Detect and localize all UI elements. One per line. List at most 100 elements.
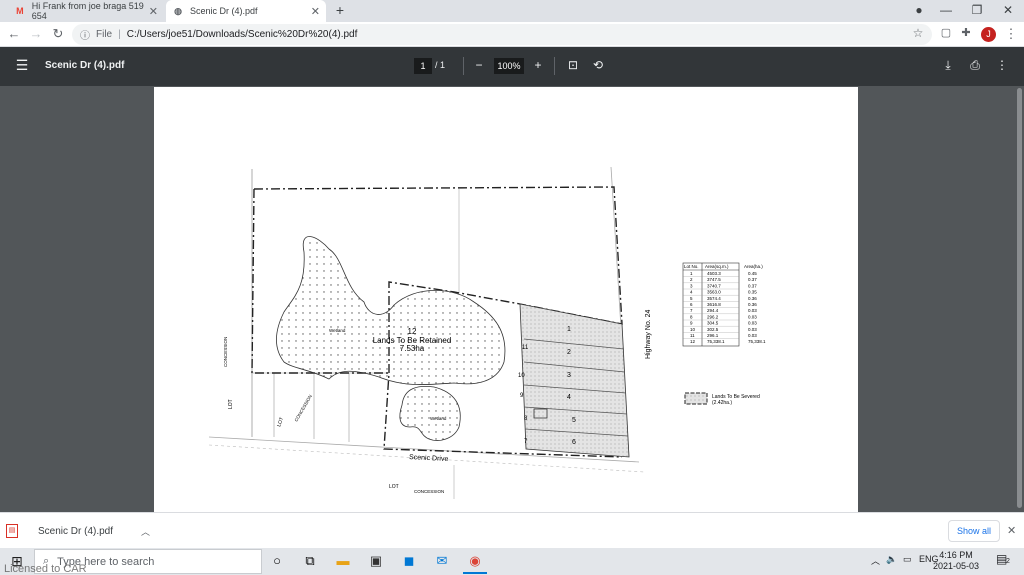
fit-page-icon[interactable]: ⊡ (565, 58, 581, 72)
pdf-page: 12 Lands To Be Retained 7.53ha Wetland W… (154, 87, 858, 512)
legend-area: (2.42ha.) (712, 400, 732, 406)
lot-label: LOT (228, 399, 234, 409)
app-icon[interactable]: ◼ (400, 553, 418, 569)
watermark: Licensed to CAR (4, 563, 87, 575)
url-text[interactable]: C:/Users/joe51/Downloads/Scenic%20Dr%20(… (127, 29, 358, 40)
wetland-secondary (399, 386, 461, 441)
cortana-icon[interactable]: ○ (268, 553, 286, 569)
lot-number: 4 (567, 394, 571, 401)
toolbar-divider (554, 57, 555, 75)
area-table-header: Lot No. (684, 264, 699, 269)
area-table-cell: 3740.7 (707, 283, 721, 288)
area-table-cell: 0.37 (748, 277, 757, 282)
download-icon[interactable]: ⤓ (940, 58, 956, 73)
close-icon[interactable]: ✕ (149, 5, 158, 18)
minimize-button[interactable]: — (937, 3, 955, 17)
extension-icon[interactable]: ▢ (938, 26, 954, 39)
zoom-input[interactable]: 100% (494, 58, 524, 74)
download-item[interactable]: ▤ Scenic Dr (4).pdf ︿ (6, 518, 156, 544)
area-table-header: Area(ha.) (744, 264, 763, 269)
hamburger-menu-icon[interactable]: ☰ (14, 57, 30, 74)
chrome-icon[interactable]: ◉ (466, 553, 484, 569)
new-tab-button[interactable]: + (331, 2, 349, 18)
more-options-icon[interactable]: ⋮ (994, 58, 1010, 72)
area-table-cell: 0.03 (748, 321, 757, 326)
area-table-cell: 0.03 (748, 333, 757, 338)
wetland-label: Wetland (329, 328, 346, 333)
taskbar-clock[interactable]: 4:16 PM 2021-05-03 (930, 550, 982, 572)
area-table-cell: 304.5 (707, 321, 719, 326)
store-icon[interactable]: ▣ (367, 553, 385, 569)
address-bar[interactable]: ⓘ File | C:/Users/joe51/Downloads/Scenic… (72, 24, 932, 45)
pdf-icon: ◍ (174, 5, 182, 16)
retained-lot-number: 12 (408, 327, 417, 336)
volume-icon[interactable]: 🔈 (886, 554, 897, 565)
show-all-button[interactable]: Show all (948, 520, 1000, 542)
tray-chevron-icon[interactable]: ︿ (871, 554, 880, 567)
lot-label: LOT (389, 484, 399, 490)
bookmark-star-icon[interactable]: ☆ (910, 26, 926, 40)
area-table-cell: 75,338.1 (748, 339, 766, 344)
file-explorer-icon[interactable]: ▬ (334, 553, 352, 569)
area-table-cell: 296.1 (707, 333, 719, 338)
viewer-scrollbar[interactable] (1015, 86, 1024, 512)
road-label: Scenic Drive (409, 454, 449, 463)
zoom-in-icon[interactable]: + (530, 58, 546, 72)
scrollbar-thumb[interactable] (1017, 88, 1022, 508)
download-file-name: Scenic Dr (4).pdf (38, 525, 114, 537)
task-view-icon[interactable]: ⧉ (301, 553, 319, 569)
lot-number: 1 (567, 326, 571, 333)
chevron-up-icon[interactable]: ︿ (141, 525, 150, 538)
area-table-cell: 0.37 (748, 283, 757, 288)
page-count: / 1 (435, 60, 445, 70)
close-icon[interactable]: ✕ (311, 5, 320, 18)
reload-icon[interactable]: ↻ (50, 26, 66, 42)
forward-icon[interactable]: → (28, 26, 44, 41)
wetland-retained (276, 236, 506, 386)
area-table-cell: 294.4 (707, 308, 719, 313)
zoom-out-icon[interactable]: − (471, 58, 487, 72)
area-table-cell: 10 (690, 327, 696, 332)
area-table-cell: 0.03 (748, 327, 757, 332)
menu-dots-icon[interactable]: ⋮ (1003, 26, 1019, 42)
scheme-separator: | (118, 29, 121, 40)
lot-number: 2 (567, 349, 571, 356)
concession-label: CONCESSION (294, 394, 313, 423)
lot-number: 5 (572, 417, 576, 424)
area-table-cell: 12 (690, 339, 696, 344)
tab-gmail[interactable]: M Hi Frank from joe braga 519 654 ✕ (8, 0, 164, 22)
area-table-cell: 302.5 (707, 327, 719, 332)
area-table: Lot No. Area(sq.m.) Area(ha.) 1 4503.3 0.4… (682, 262, 766, 347)
area-table-cell: 0.03 (748, 308, 757, 313)
pdf-title: Scenic Dr (4).pdf (45, 60, 125, 71)
print-icon[interactable]: ⎙ (967, 58, 983, 73)
rotate-icon[interactable]: ⟲ (590, 58, 606, 72)
tab-gmail-label: Hi Frank from joe braga 519 654 (31, 1, 144, 21)
pdf-file-icon: ▤ (6, 524, 18, 538)
page-number-input[interactable]: 1 (414, 58, 432, 74)
area-table-cell: 3563.0 (707, 290, 721, 295)
mail-icon[interactable]: ✉ (433, 553, 451, 569)
area-table-cell: 11 (690, 333, 695, 338)
lot-label: LOT (276, 416, 285, 427)
close-icon[interactable]: ✕ (1007, 524, 1016, 537)
area-table-cell: 0.35 (748, 290, 757, 295)
severed-lands (519, 303, 630, 458)
lot-number: 6 (572, 439, 576, 446)
area-table-cell: 0.45 (748, 271, 757, 276)
tab-pdf[interactable]: ◍ Scenic Dr (4).pdf ✕ (166, 0, 326, 22)
clock-time: 4:16 PM (939, 550, 973, 560)
pdf-viewer[interactable]: 12 Lands To Be Retained 7.53ha Wetland W… (0, 86, 1024, 512)
area-table-cell: 3616.8 (707, 302, 721, 307)
pdf-toolbar: ☰ Scenic Dr (4).pdf 1 / 1 − 100% + ⊡ ⟲ ⤓… (0, 47, 1024, 86)
back-icon[interactable]: ← (6, 26, 22, 41)
avatar[interactable]: J (981, 27, 996, 42)
tab-search-icon[interactable]: ● (910, 3, 928, 17)
info-icon[interactable]: ⓘ (80, 27, 90, 42)
maximize-button[interactable]: ❐ (968, 3, 986, 17)
puzzle-icon[interactable]: ✚ (958, 26, 974, 39)
active-app-indicator (463, 572, 487, 574)
network-icon[interactable]: ▭ (903, 554, 912, 565)
close-window-button[interactable]: ✕ (999, 3, 1017, 17)
wetland-label: Wetland (430, 416, 447, 421)
